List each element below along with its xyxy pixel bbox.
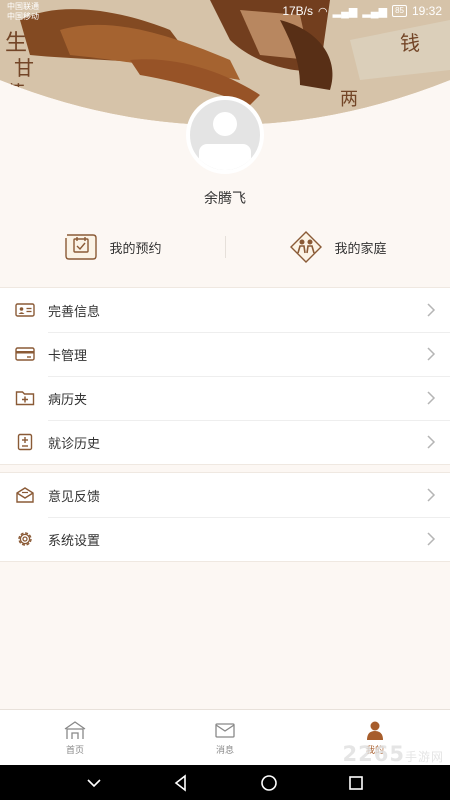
avatar-body-icon [199,144,251,170]
back-icon[interactable] [172,773,190,792]
family-icon [290,231,323,263]
menu-item-card-management[interactable]: 卡管理 [0,332,450,376]
carrier-1: 中国联通 [7,2,39,11]
chevron-right-icon [427,488,436,502]
avatar[interactable] [186,96,264,174]
carrier-2: 中国移动 [7,12,39,21]
clock: 19:32 [411,4,442,18]
menu-group-system: 意见反馈 系统设置 [0,472,450,562]
menu-item-settings[interactable]: 系统设置 [0,517,450,561]
chevron-right-icon [427,391,436,405]
chevron-down-icon[interactable] [85,774,103,792]
message-icon [215,722,235,738]
site-watermark: 2265手游网 [343,742,444,766]
chevron-right-icon [427,435,436,449]
tab-messages-label: 消息 [215,745,234,756]
my-family-label: 我的家庭 [334,241,387,257]
menu-group-account: 完善信息 卡管理 病历夹 就诊历史 [0,287,450,465]
my-appointments-label: 我的预约 [109,241,162,257]
gear-icon [18,532,32,546]
chevron-right-icon [427,532,436,546]
quick-divider [225,236,226,258]
wifi-icon: ◠ [318,5,328,18]
person-icon [367,721,383,740]
status-bar: 中国联通 中国移动 17B/s ◠ ▂▄▆ ▂▄▆ 85 19:32 [0,0,450,24]
signal-icon: ▂▄▆ [332,5,358,18]
menu-item-label: 意见反馈 [48,489,101,505]
history-record-icon [17,433,33,451]
watermark-number: 2265 [342,742,405,766]
calendar-scroll-icon [65,234,98,260]
menu-item-label: 就诊历史 [48,436,101,452]
menu-item-feedback[interactable]: 意见反馈 [0,473,450,517]
battery-icon: 85 [392,5,407,17]
menu-item-visit-history[interactable]: 就诊历史 [0,420,450,464]
my-family-button[interactable]: 我的家庭 [225,224,450,270]
my-appointments-button[interactable]: 我的预约 [0,224,225,270]
menu-item-label: 卡管理 [48,348,88,364]
home-icon [64,720,86,739]
net-speed: 17B/s [282,4,314,18]
username: 余腾飞 [204,191,246,207]
recent-apps-icon[interactable] [347,774,365,792]
carrier-info: 中国联通 中国移动 [7,2,39,22]
menu-item-medical-records[interactable]: 病历夹 [0,376,450,420]
avatar-head-icon [213,112,237,136]
feedback-icon [16,487,34,503]
id-card-icon [15,303,35,317]
system-navigation-bar [0,765,450,800]
tab-home[interactable]: 首页 [0,710,150,765]
menu-item-label: 病历夹 [48,392,88,408]
tab-messages[interactable]: 消息 [150,710,300,765]
signal-2-icon: ▂▄▆ [362,5,388,18]
watermark-suffix: 手游网 [404,750,444,764]
medical-folder-icon [15,391,35,406]
menu-item-label: 完善信息 [48,304,101,320]
menu-item-complete-info[interactable]: 完善信息 [0,288,450,332]
quick-actions: 我的预约 我的家庭 [0,224,450,270]
chevron-right-icon [427,303,436,317]
status-indicators: 17B/s ◠ ▂▄▆ ▂▄▆ 85 19:32 [282,4,442,18]
home-circle-icon[interactable] [260,774,278,792]
chevron-right-icon [427,347,436,361]
card-icon [15,347,35,361]
tab-home-label: 首页 [65,745,84,756]
menu-item-label: 系统设置 [48,533,101,549]
